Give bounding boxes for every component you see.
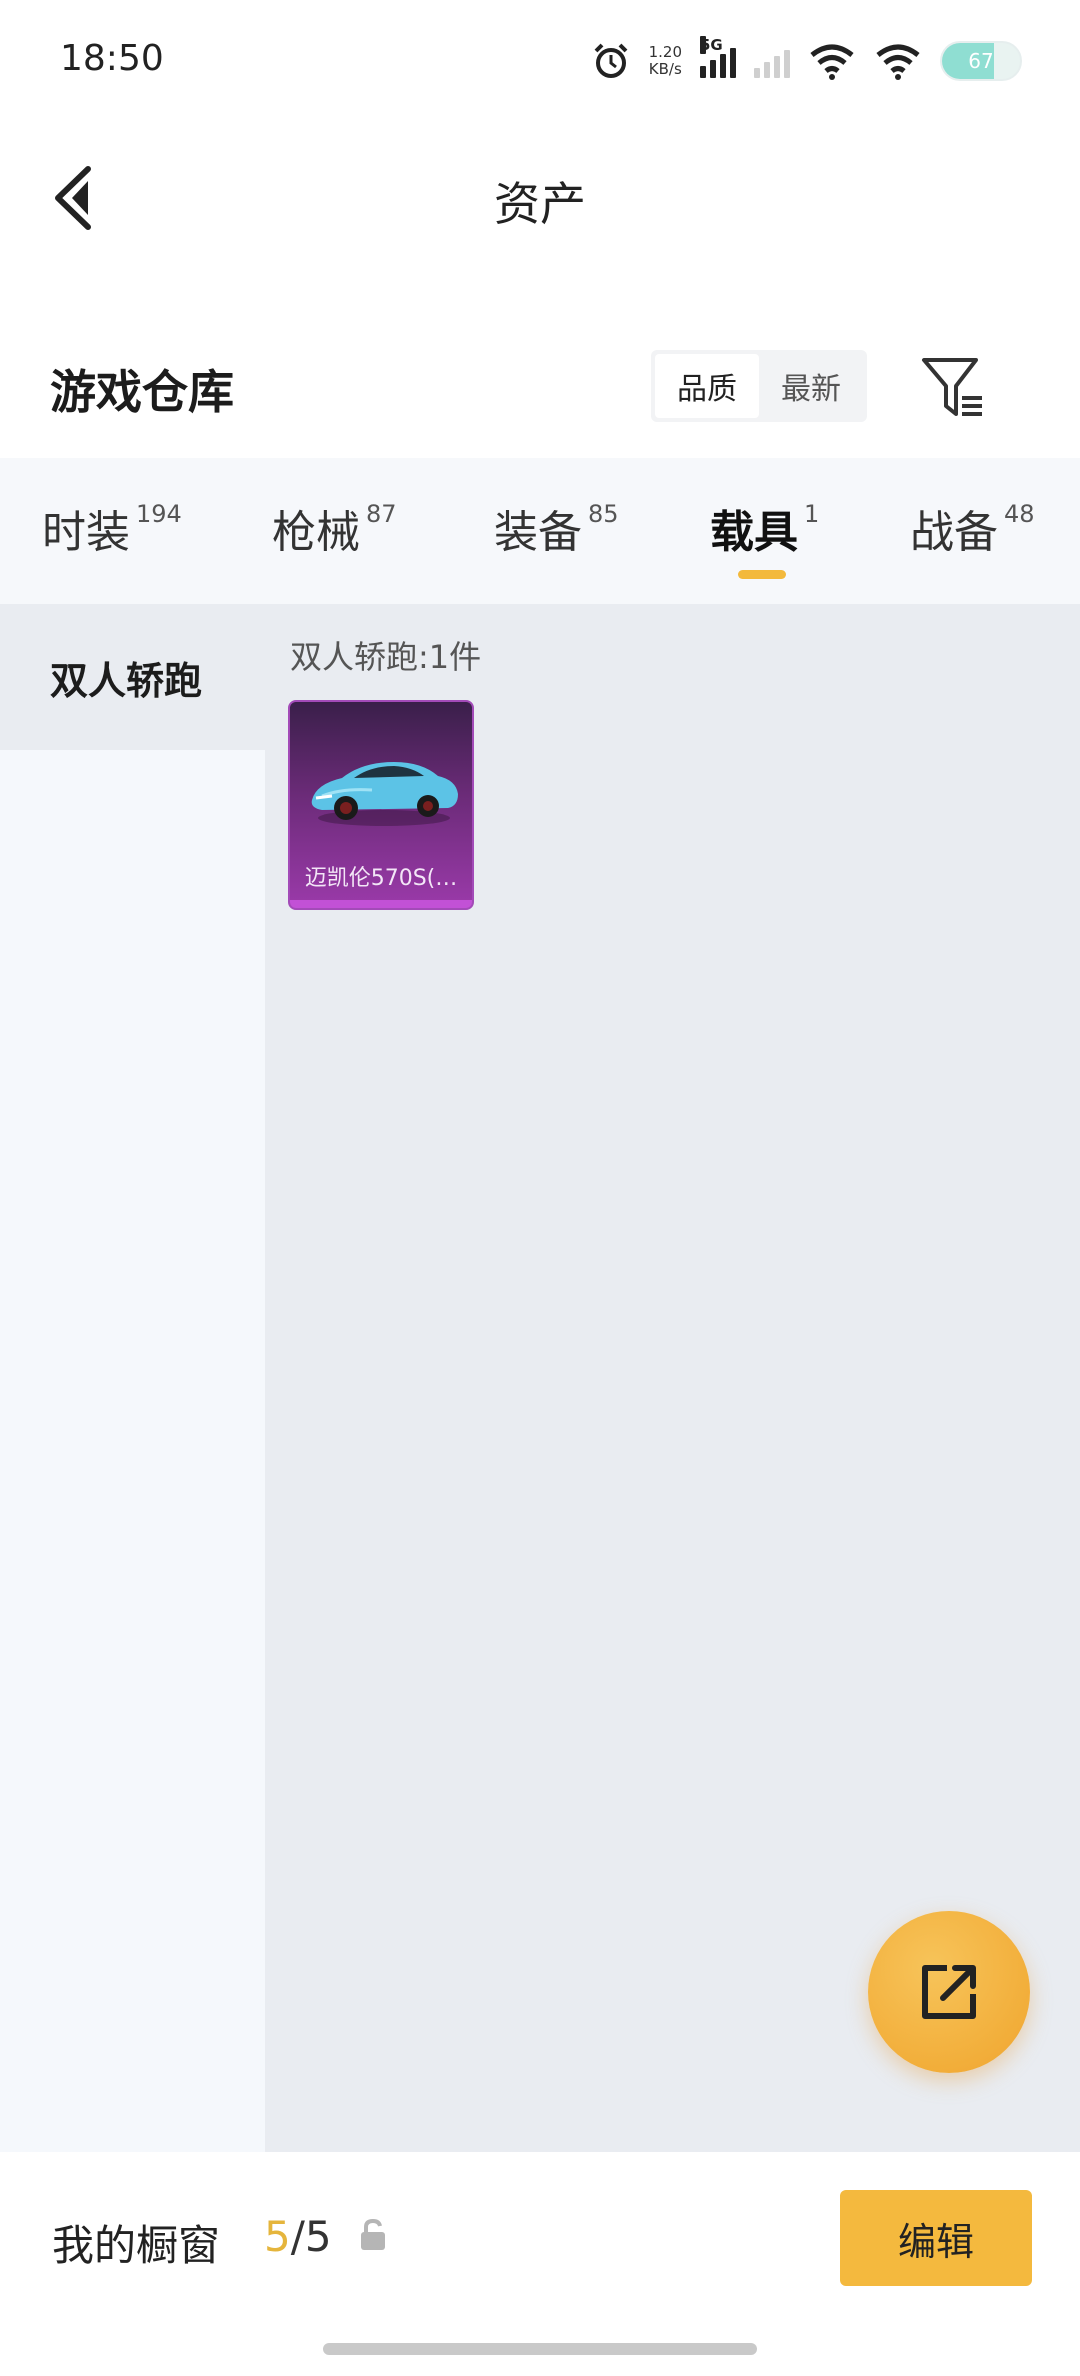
wifi-icon-secondary xyxy=(874,41,922,81)
tab-count: 1 xyxy=(804,500,820,528)
showcase-total: /5 xyxy=(290,2212,332,2261)
tab-equipment[interactable]: 装备 85 xyxy=(494,496,619,560)
status-time: 18:50 xyxy=(60,38,164,79)
share-icon xyxy=(922,1965,976,2019)
car-icon xyxy=(311,762,458,826)
tab-label: 枪械 xyxy=(272,507,360,558)
edit-button[interactable]: 编辑 xyxy=(840,2190,1032,2286)
tab-label: 装备 xyxy=(494,507,582,558)
battery-level: 67 xyxy=(968,49,994,73)
filter-button[interactable] xyxy=(918,352,988,422)
page-title: 资产 xyxy=(494,177,586,231)
showcase-count: 5/5 xyxy=(264,2212,332,2261)
category-tabs: 时装 194 枪械 87 装备 85 载具 1 战备 48 xyxy=(0,458,1080,604)
filter-icon xyxy=(922,358,982,416)
battery-icon: 67 xyxy=(940,41,1022,81)
signal-5g-icon: 5G xyxy=(700,36,736,78)
subcategory-sidebar: 双人轿跑 xyxy=(0,604,265,2152)
item-card-mclaren[interactable]: 迈凯伦570S(… xyxy=(288,700,474,910)
tab-count: 85 xyxy=(588,500,619,528)
share-fab-button[interactable] xyxy=(868,1911,1030,2073)
wifi-icon xyxy=(808,41,856,81)
net-speed: 1.20 KB/s xyxy=(649,44,682,78)
page-header: 资产 xyxy=(0,140,1080,250)
tab-fashion[interactable]: 时装 194 xyxy=(42,496,182,560)
tab-count: 48 xyxy=(1004,500,1035,528)
warehouse-title: 游戏仓库 xyxy=(50,365,234,419)
sort-by-newest-button[interactable]: 最新 xyxy=(759,354,863,418)
net-speed-unit: KB/s xyxy=(648,60,682,78)
tab-label: 载具 xyxy=(710,507,798,558)
group-header: 双人轿跑:1件 xyxy=(290,638,482,676)
tab-label: 战备 xyxy=(910,507,998,558)
item-name: 迈凯伦570S(… xyxy=(304,866,458,891)
lock-icon xyxy=(361,2218,385,2250)
sort-toggle: 品质 最新 xyxy=(651,350,867,422)
network-type: 5G xyxy=(700,36,723,54)
tab-count: 194 xyxy=(136,500,182,528)
status-bar: 18:50 1.20 KB/s 5G 67 xyxy=(0,0,1080,120)
tab-vehicles[interactable]: 载具 1 xyxy=(710,496,819,560)
tab-count: 87 xyxy=(366,500,397,528)
sidebar-item-coupe[interactable]: 双人轿跑 xyxy=(0,604,265,750)
alarm-icon xyxy=(591,41,631,81)
tab-guns[interactable]: 枪械 87 xyxy=(272,496,397,560)
signal-secondary-icon xyxy=(754,44,790,78)
sort-by-quality-button[interactable]: 品质 xyxy=(655,354,759,418)
showcase-label: 我的橱窗 xyxy=(52,2221,221,2270)
tab-supplies[interactable]: 战备 48 xyxy=(910,496,1035,560)
active-tab-indicator xyxy=(738,570,786,579)
bottom-bar: 我的橱窗 5/5 编辑 xyxy=(0,2152,1080,2376)
net-speed-value: 1.20 xyxy=(648,43,682,61)
showcase-current: 5 xyxy=(264,2212,291,2261)
tab-label: 时装 xyxy=(42,507,130,558)
home-indicator[interactable] xyxy=(323,2343,757,2355)
status-icons: 1.20 KB/s 5G 67 xyxy=(591,36,1022,86)
